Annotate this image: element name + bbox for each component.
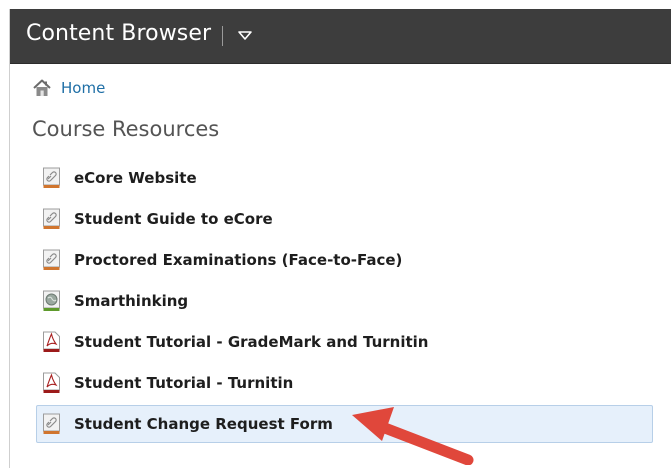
- section-title: Course Resources: [32, 117, 220, 141]
- list-item-label: Student Change Request Form: [74, 415, 333, 433]
- widget-header: Content Browser: [10, 9, 671, 64]
- home-link[interactable]: Home: [61, 79, 105, 97]
- pdf-icon: [43, 372, 60, 393]
- globe-icon: [43, 290, 60, 311]
- list-item-label: Student Tutorial - GradeMark and Turniti…: [74, 333, 429, 351]
- link-icon: [43, 167, 60, 188]
- triangle-down-icon: [238, 31, 252, 40]
- link-icon: [43, 249, 60, 270]
- list-item-label: Student Guide to eCore: [74, 210, 273, 228]
- link-icon: [43, 208, 60, 229]
- widget-menu-button[interactable]: [234, 26, 256, 46]
- list-item-label: Student Tutorial - Turnitin: [74, 374, 294, 392]
- list-item[interactable]: eCore Website: [36, 159, 653, 197]
- pdf-icon: [43, 331, 60, 352]
- list-item[interactable]: Student Tutorial - Turnitin: [36, 364, 653, 402]
- house-icon: [33, 79, 51, 96]
- list-item-label: Smarthinking: [74, 292, 189, 310]
- widget-title: Content Browser: [26, 21, 212, 46]
- list-item[interactable]: Student Guide to eCore: [36, 200, 653, 238]
- list-item-label: eCore Website: [74, 169, 197, 187]
- list-item-label: Proctored Examinations (Face-to-Face): [74, 251, 403, 269]
- breadcrumb: Home: [32, 77, 105, 99]
- content-browser-widget: Content Browser Home Course Resources eC…: [9, 9, 671, 468]
- list-item[interactable]: Smarthinking: [36, 282, 653, 320]
- list-item[interactable]: Student Tutorial - GradeMark and Turniti…: [36, 323, 653, 361]
- title-divider: [222, 26, 223, 46]
- list-item[interactable]: Proctored Examinations (Face-to-Face): [36, 241, 653, 279]
- resource-list: eCore Website Student Guide to eCore Pro…: [36, 159, 653, 446]
- link-icon: [43, 413, 60, 434]
- list-item-selected[interactable]: Student Change Request Form: [36, 405, 653, 443]
- annotation-arrow-icon: [352, 407, 474, 465]
